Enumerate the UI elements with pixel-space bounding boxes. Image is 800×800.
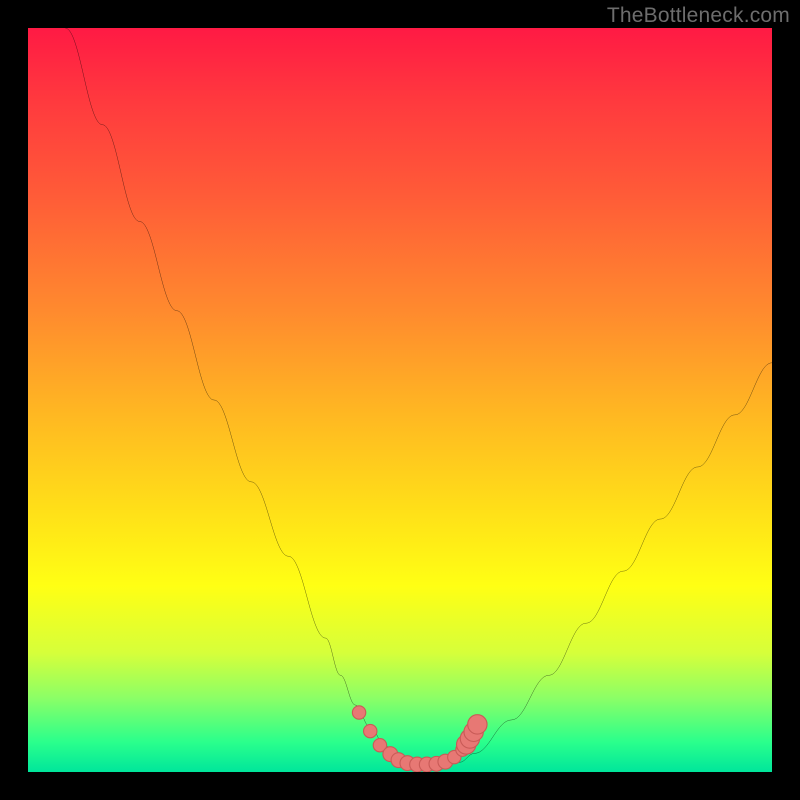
bottleneck-curve bbox=[65, 28, 772, 765]
watermark-text: TheBottleneck.com bbox=[607, 4, 790, 28]
chart-marker bbox=[352, 706, 365, 719]
chart-markers bbox=[352, 706, 487, 772]
chart-marker bbox=[364, 724, 377, 737]
chart-frame: TheBottleneck.com bbox=[0, 0, 800, 800]
chart-marker bbox=[468, 715, 487, 734]
chart-svg bbox=[28, 28, 772, 772]
chart-plot-area bbox=[28, 28, 772, 772]
chart-curve bbox=[65, 28, 772, 765]
